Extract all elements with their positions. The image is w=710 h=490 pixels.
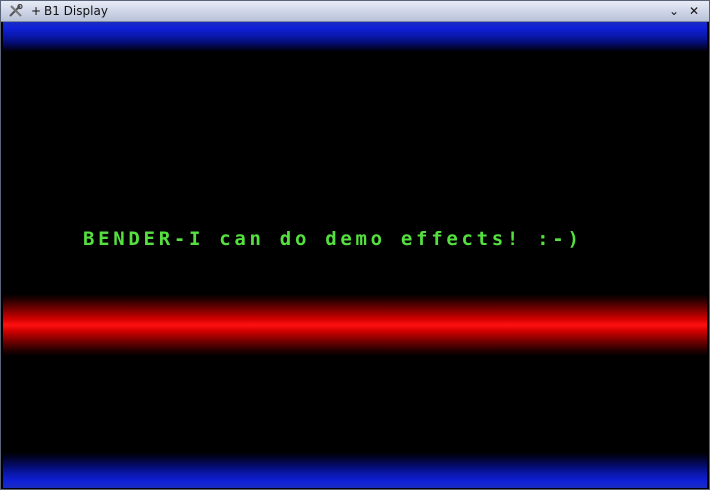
demo-message: BENDER-I can do demo effects! :-) [83, 228, 583, 250]
window-title: B1 Display [44, 4, 108, 18]
display-canvas: BENDER-I can do demo effects! :-) [3, 22, 707, 488]
close-button[interactable]: ✕ [687, 3, 701, 19]
middle-red-bar [3, 294, 707, 356]
tools-icon[interactable] [8, 3, 23, 18]
b1-display-window: + B1 Display ⌄ ✕ BENDER-I can do demo ef… [0, 0, 710, 490]
minimize-button[interactable]: ⌄ [667, 3, 681, 19]
bottom-blue-bar [3, 452, 707, 488]
pin-icon[interactable]: + [31, 3, 41, 19]
title-bar[interactable]: + B1 Display ⌄ ✕ [1, 1, 709, 22]
top-blue-bar [3, 22, 707, 52]
